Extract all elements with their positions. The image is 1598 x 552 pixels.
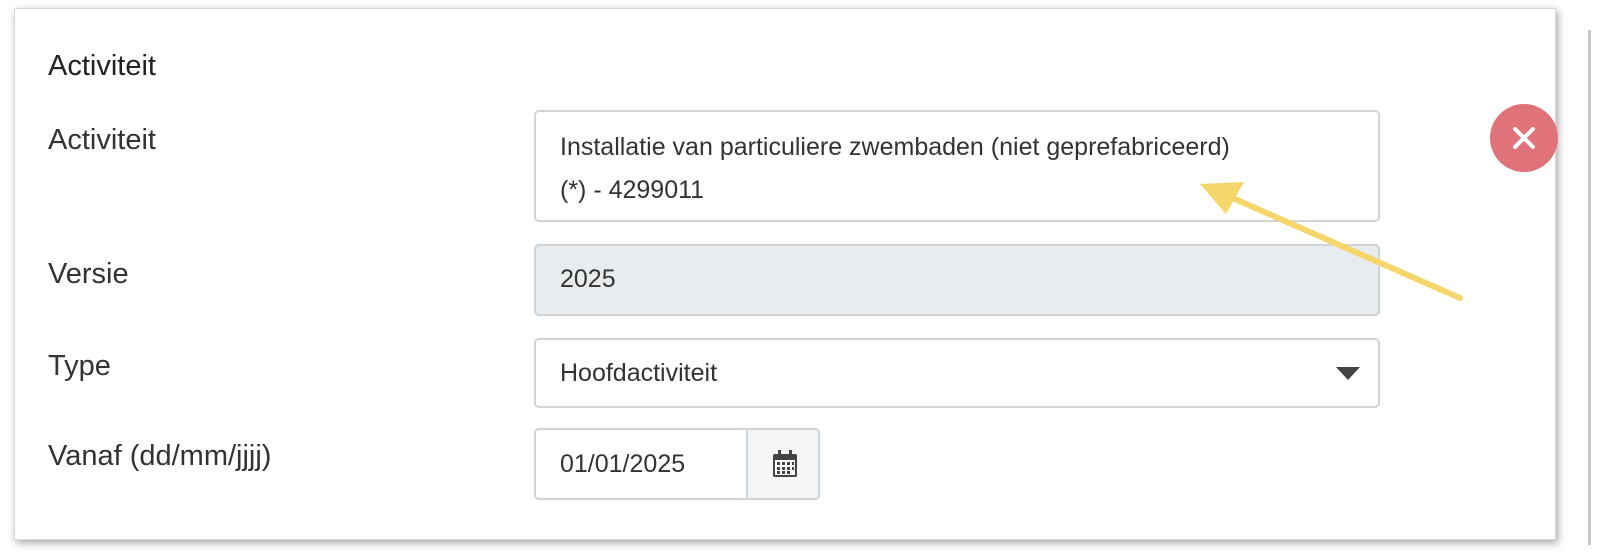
- annotation-arrow: [1200, 182, 1463, 301]
